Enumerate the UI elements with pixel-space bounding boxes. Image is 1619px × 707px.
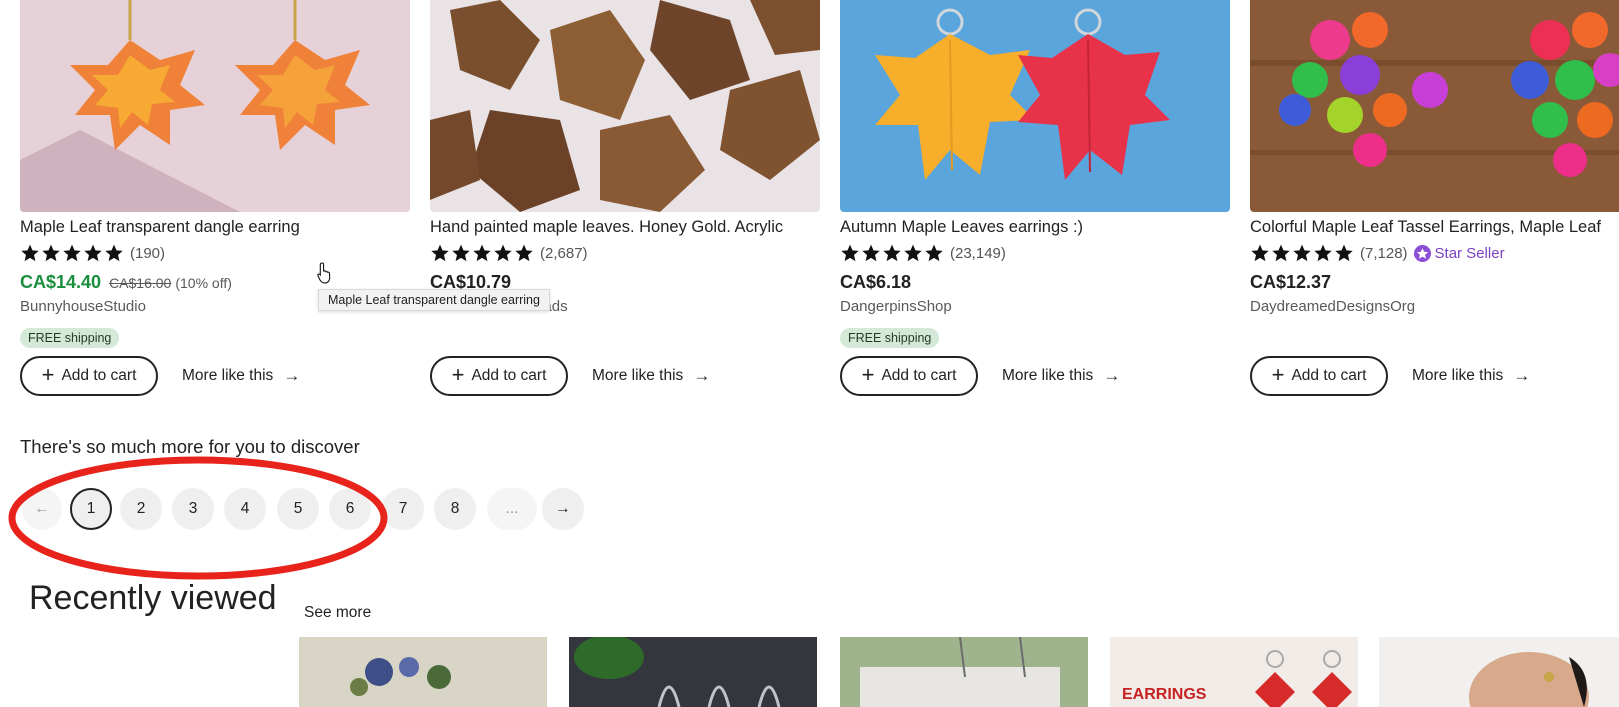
star-icon [924,243,944,263]
plus-icon: + [451,362,465,387]
more-like-this-link[interactable]: More like this → [592,366,710,386]
recently-viewed-thumb[interactable] [299,637,547,707]
star-icon [840,243,860,263]
next-page-button[interactable]: → [542,488,584,530]
rating: (190) [20,242,165,264]
star-icon [472,243,492,263]
original-price: CA$16.00 [109,275,172,291]
arrow-right-icon: → [555,500,571,517]
price-row: CA$12.37 [1250,272,1331,293]
more-like-this-label: More like this [1412,367,1504,384]
product-title[interactable]: Colorful Maple Leaf Tassel Earrings, Map… [1250,218,1619,237]
product-title[interactable]: Autumn Maple Leaves earrings :) [840,218,1230,237]
more-like-this-link[interactable]: More like this → [1412,366,1530,386]
arrow-right-icon: → [1103,366,1121,385]
arrow-right-icon: → [283,366,301,385]
review-count: (190) [130,244,166,262]
recently-viewed-thumb[interactable]: EARRINGS [1110,637,1358,707]
sale-price: CA$14.40 [20,272,102,292]
product-card[interactable]: Maple Leaf transparent dangle earring (1… [20,0,410,405]
product-image[interactable] [840,0,1230,212]
star-icon [83,243,103,263]
pagination-ellipsis: ... [487,488,537,530]
star-icon [514,243,534,263]
more-like-this-link[interactable]: More like this → [1002,366,1120,386]
star-icon [430,243,450,263]
rating: (2,687) [430,242,588,264]
star-icon [1313,243,1333,263]
rating: (23,149) [840,242,1006,264]
more-like-this-link[interactable]: More like this → [182,366,300,386]
shop-name[interactable]: DaydreamedDesignsOrg [1250,298,1415,315]
discount-label: (10% off) [175,275,232,291]
review-count: (7,128) [1360,244,1408,262]
star-icon [1334,243,1354,263]
recently-viewed-title: Recently viewed [29,579,277,617]
star-icon [20,243,40,263]
hand-cursor-icon [317,262,331,284]
free-shipping-badge: FREE shipping [840,328,940,348]
star-rating [1250,243,1354,263]
thumb-overlay-text: EARRINGS [1122,686,1207,703]
star-rating [840,243,944,263]
plus-icon: + [861,362,875,387]
annotation-ring [8,456,388,580]
add-to-cart-label: Add to cart [61,367,137,384]
recently-viewed-thumb[interactable] [1379,637,1619,707]
star-icon [861,243,881,263]
product-card[interactable]: Colorful Maple Leaf Tassel Earrings, Map… [1250,0,1619,405]
arrow-right-icon: → [1513,366,1531,385]
star-seller-icon [1413,244,1431,262]
free-shipping-badge: FREE shipping [20,328,120,348]
product-card[interactable]: Autumn Maple Leaves earrings :) (23,149)… [840,0,1230,405]
more-like-this-label: More like this [592,367,684,384]
product-title[interactable]: Maple Leaf transparent dangle earring [20,218,410,237]
rating: (7,128) Star Seller [1250,242,1505,264]
page-button-8[interactable]: 8 [434,488,476,530]
shop-name[interactable]: BunnyhouseStudio [20,298,146,315]
plus-icon: + [1271,362,1285,387]
plus-icon: + [41,362,55,387]
star-seller-badge: Star Seller [1413,244,1505,262]
product-image[interactable] [1250,0,1619,212]
price: CA$6.18 [840,272,912,292]
arrow-right-icon: → [693,366,711,385]
review-count: (23,149) [950,244,1006,262]
star-icon [104,243,124,263]
star-icon [1292,243,1312,263]
add-to-cart-button[interactable]: + Add to cart [1250,356,1388,396]
title-tooltip: Maple Leaf transparent dangle earring [318,289,550,311]
add-to-cart-label: Add to cart [1291,367,1367,384]
more-like-this-label: More like this [182,367,274,384]
product-image[interactable] [430,0,820,212]
star-icon [1250,243,1270,263]
product-card[interactable]: Hand painted maple leaves. Honey Gold. A… [430,0,820,405]
price-row: CA$14.40 CA$16.00 (10% off) [20,272,232,293]
star-icon [493,243,513,263]
star-seller-label: Star Seller [1434,244,1505,262]
star-icon [451,243,471,263]
recently-viewed-thumb[interactable] [840,637,1088,707]
star-rating [20,243,124,263]
add-to-cart-button[interactable]: + Add to cart [840,356,978,396]
star-icon [882,243,902,263]
review-count: (2,687) [540,244,588,262]
star-icon [62,243,82,263]
star-icon [1271,243,1291,263]
recently-viewed-thumb[interactable] [569,637,817,707]
price-row: CA$6.18 [840,272,911,293]
more-like-this-label: More like this [1002,367,1094,384]
price: CA$12.37 [1250,272,1332,292]
see-more-link[interactable]: See more [304,604,371,622]
add-to-cart-button[interactable]: + Add to cart [20,356,158,396]
add-to-cart-label: Add to cart [881,367,957,384]
product-image[interactable] [20,0,410,212]
add-to-cart-button[interactable]: + Add to cart [430,356,568,396]
star-rating [430,243,534,263]
add-to-cart-label: Add to cart [471,367,547,384]
star-icon [41,243,61,263]
shop-name[interactable]: DangerpinsShop [840,298,952,315]
star-icon [903,243,923,263]
product-title[interactable]: Hand painted maple leaves. Honey Gold. A… [430,218,820,237]
